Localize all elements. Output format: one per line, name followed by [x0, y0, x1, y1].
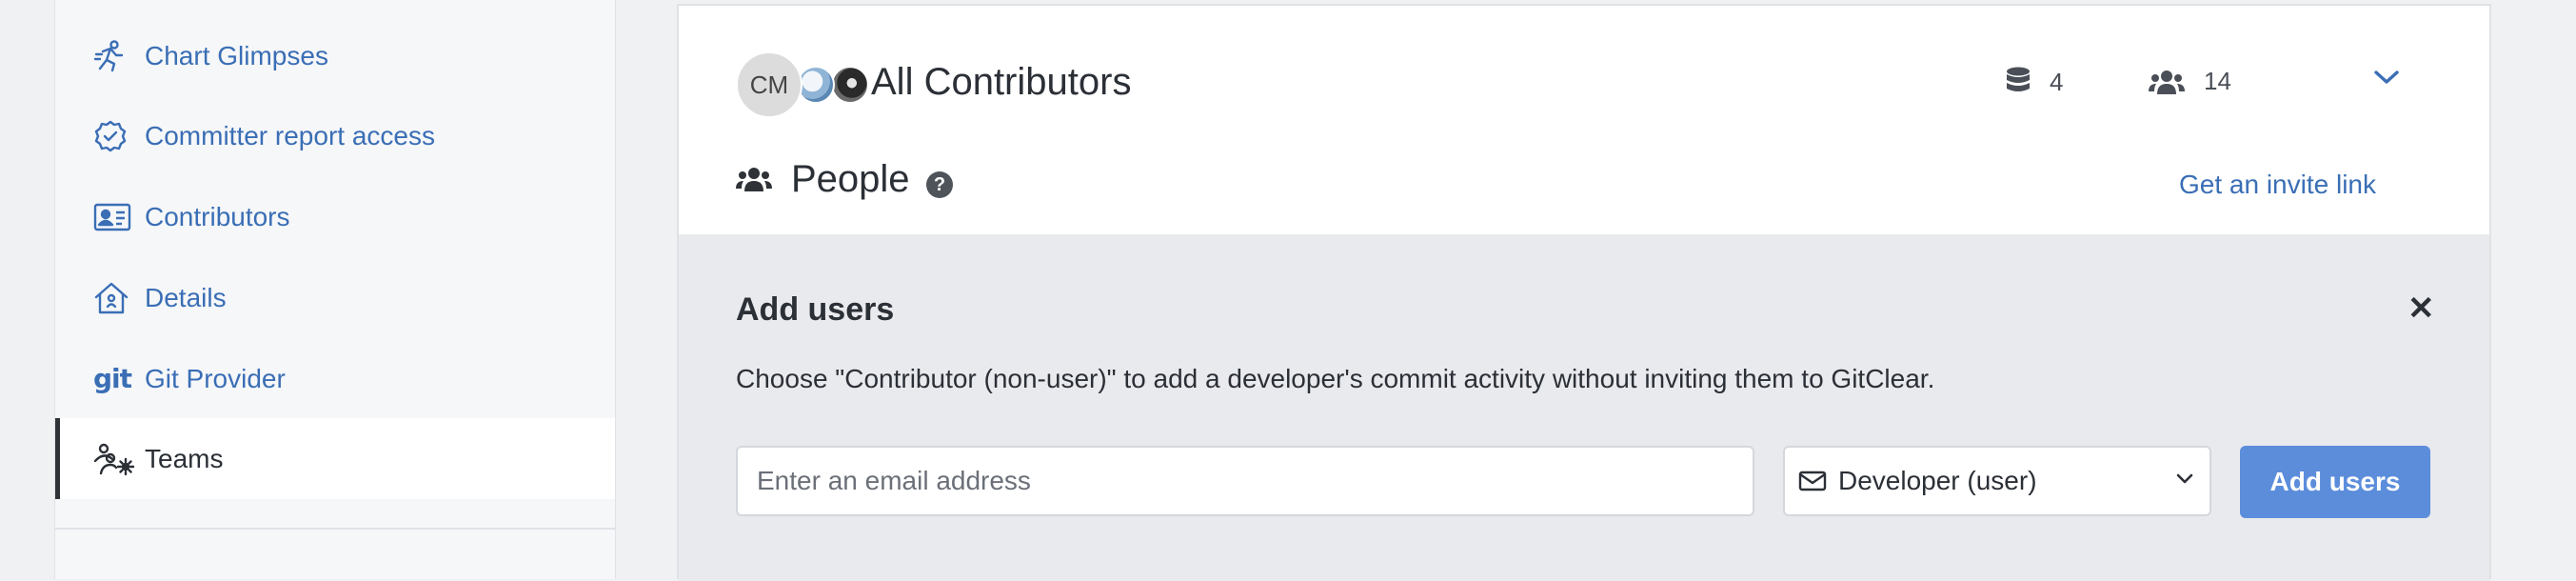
repos-count: 4 [2050, 67, 2064, 96]
team-header: CM All Contributors 4 14 People ? Get an… [679, 6, 2489, 234]
role-select[interactable]: Developer (user) [1783, 446, 2211, 516]
sidebar-divider [55, 528, 615, 530]
id-card-icon [93, 198, 137, 236]
invite-link[interactable]: Get an invite link [2179, 170, 2376, 200]
email-field[interactable] [736, 446, 1754, 516]
chevron-down-icon[interactable] [2373, 69, 2400, 90]
sidebar-item-label: Teams [145, 443, 224, 473]
close-icon[interactable]: ✕ [2408, 290, 2435, 328]
members-count-stat: 14 [2149, 67, 2231, 96]
role-select-value: Developer (user) [1838, 466, 2037, 495]
sidebar-item-label: Committer report access [145, 120, 435, 150]
avatar: CM [736, 51, 803, 118]
sidebar-item-label: Contributors [145, 201, 290, 231]
sidebar-item-details[interactable]: Details [55, 257, 615, 338]
envelope-icon [1798, 471, 1827, 491]
users-icon [2149, 70, 2185, 94]
sidebar-item-git-provider[interactable]: git Git Provider [55, 338, 615, 419]
database-icon [2007, 67, 2030, 91]
sidebar-item-label: Git Provider [145, 363, 286, 393]
sidebar-item-contributors[interactable]: Contributors [55, 176, 615, 257]
add-users-title: Add users [736, 291, 895, 328]
avatar [831, 66, 869, 104]
sidebar-item-label: Details [145, 282, 227, 312]
badge-check-icon [93, 117, 137, 155]
house-icon [93, 279, 137, 317]
git-icon: git [93, 363, 132, 394]
users-gear-icon [93, 440, 137, 478]
people-heading: People [791, 158, 910, 200]
sidebar-item-label: Chart Glimpses [145, 40, 328, 70]
avatar-group: CM [736, 51, 869, 118]
sidebar-item-committer-report-access[interactable]: Committer report access [55, 95, 615, 176]
sidebar: Chart Glimpses Committer report access C… [54, 0, 616, 579]
users-icon [736, 166, 772, 197]
add-users-description: Choose "Contributor (non-user)" to add a… [736, 364, 1935, 393]
chevron-down-icon [2176, 473, 2193, 484]
help-icon[interactable]: ? [926, 171, 953, 198]
avatar [797, 66, 835, 104]
running-person-icon [93, 37, 137, 75]
add-users-section: Add users ✕ Choose "Contributor (non-use… [679, 234, 2489, 581]
team-panel: CM All Contributors 4 14 People ? Get an… [677, 4, 2491, 581]
sidebar-item-chart-glimpses[interactable]: Chart Glimpses [55, 15, 615, 96]
sidebar-item-teams[interactable]: Teams [55, 418, 615, 499]
repos-count-stat: 4 [2006, 67, 2063, 97]
members-count: 14 [2204, 67, 2231, 95]
add-users-button[interactable]: Add users [2240, 446, 2430, 518]
team-title: All Contributors [871, 61, 1132, 103]
